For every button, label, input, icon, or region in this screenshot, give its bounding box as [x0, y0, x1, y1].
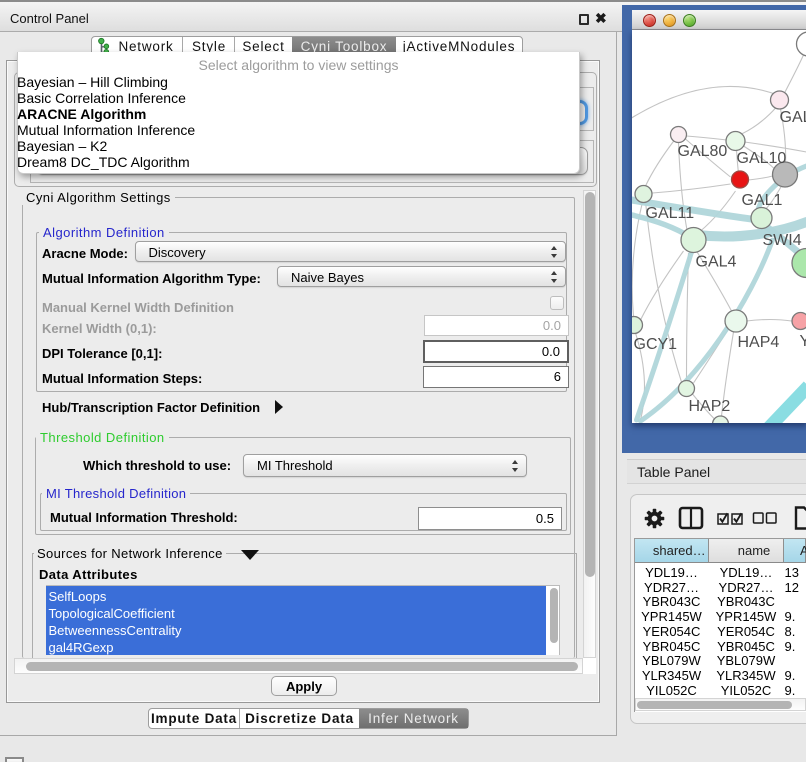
svg-text:HAP2: HAP2: [689, 398, 731, 415]
svg-text:GAL80: GAL80: [678, 143, 728, 160]
svg-text:HAP4: HAP4: [738, 334, 780, 351]
svg-text:GAL10: GAL10: [737, 150, 787, 167]
svg-text:GAL: GAL: [780, 109, 806, 126]
svg-text:GAL1: GAL1: [742, 192, 783, 209]
svg-text:Y: Y: [800, 333, 806, 350]
svg-text:SWI4: SWI4: [763, 232, 802, 249]
svg-text:GAL11: GAL11: [646, 205, 695, 222]
svg-text:GCY1: GCY1: [634, 336, 678, 353]
svg-text:GAL4: GAL4: [696, 254, 737, 271]
